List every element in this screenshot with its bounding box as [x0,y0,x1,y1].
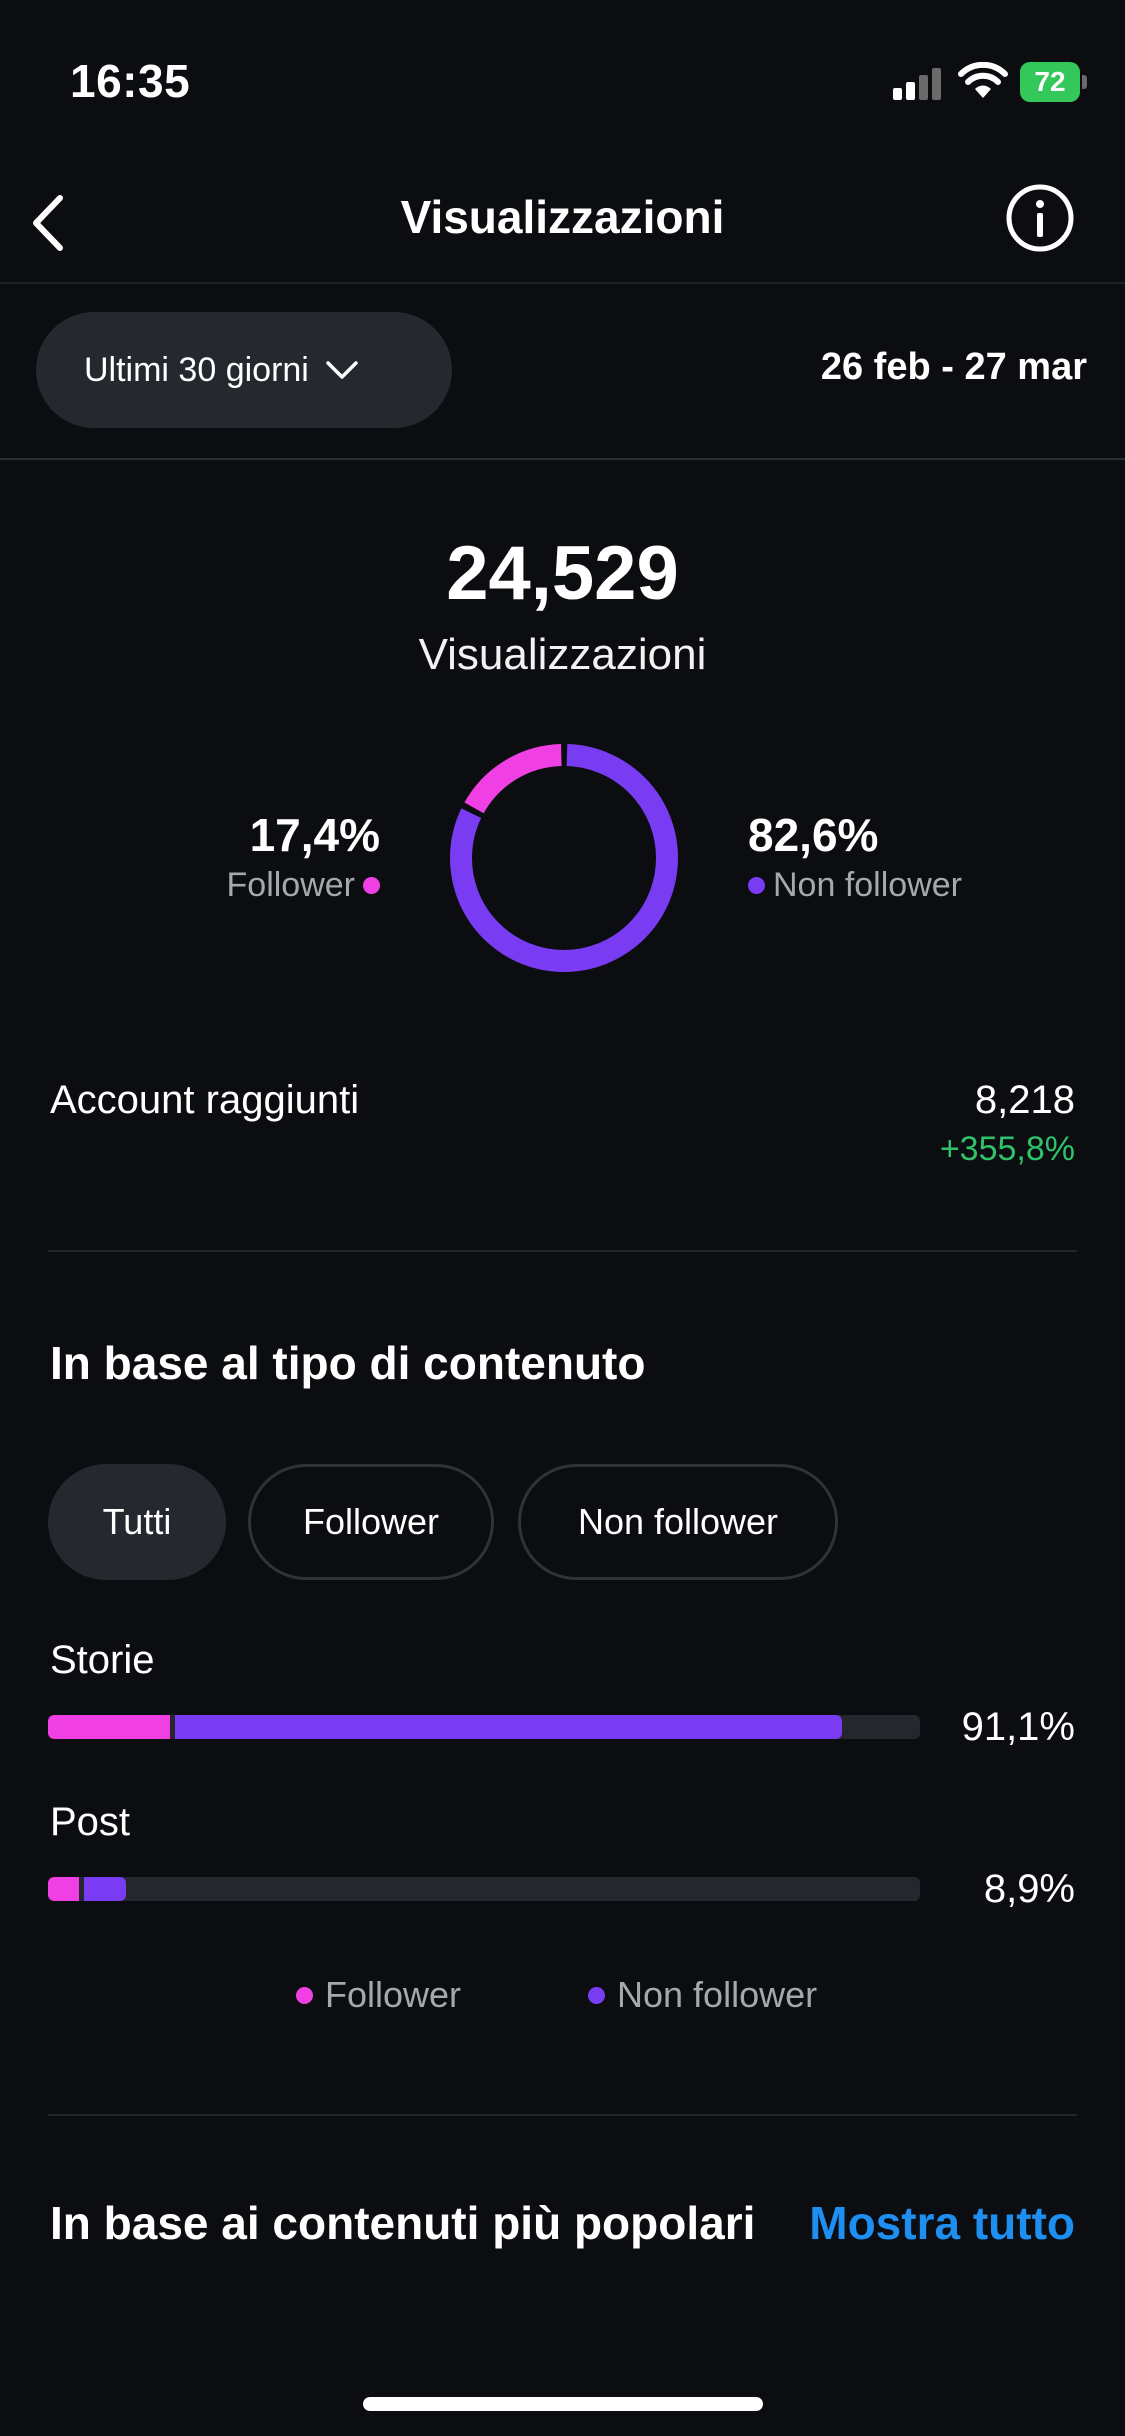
status-time: 16:35 [70,55,191,107]
accounts-reached-value: 8,218 [974,1078,1075,1122]
divider [48,1250,1077,1252]
legend-non-follower: Non follower [588,1974,817,2016]
battery-icon: 72 [1020,62,1087,102]
non-follower-dot [748,877,765,894]
battery-level: 72 [1020,62,1080,102]
date-range: 26 feb - 27 mar [820,346,1087,388]
legend-follower: Follower [296,1974,461,2016]
stories-pct: 91,1% [961,1705,1075,1749]
stories-bar [48,1715,920,1739]
popular-content-title: In base ai contenuti più popolari [50,2197,756,2249]
non-follower-pct: 82,6% [748,809,879,861]
legend-non-follower-dot [588,1986,605,2004]
status-bar: 16:35 72 [0,0,1125,160]
follower-pct: 17,4% [249,809,380,861]
chip-non-follower[interactable]: Non follower [518,1464,838,1580]
chevron-down-icon [326,361,358,379]
posts-non-follower-segment [83,1877,126,1901]
period-label: Ultimi 30 giorni [84,350,309,389]
total-views-value: 24,529 [446,531,679,616]
screen: 16:35 72 Visualizzazioni Ultimi 30 giorn… [0,0,1125,2436]
accounts-reached-change: +355,8% [939,1130,1075,1168]
cellular-signal-icon [893,68,943,100]
stories-follower-segment [48,1715,171,1739]
header: Visualizzazioni [0,160,1125,284]
follower-dot [363,877,380,894]
legend-non-follower-label: Non follower [617,1974,818,2015]
legend-follower-dot [296,1986,313,2004]
content-type-title: In base al tipo di contenuto [50,1337,646,1389]
non-follower-label: Non follower [773,866,962,904]
total-views-label: Visualizzazioni [418,630,707,679]
date-row: Ultimi 30 giorni 26 feb - 27 mar [0,286,1125,460]
legend-follower-label: Follower [325,1974,462,2015]
non-follower-stat: 82,6% Non follower [748,808,962,905]
stories-label: Storie [50,1638,155,1682]
page-title: Visualizzazioni [400,191,725,243]
divider [48,2114,1077,2116]
follower-stat: 17,4% Follower [227,808,380,905]
follower-label: Follower [226,866,355,904]
info-icon[interactable] [1004,182,1076,254]
period-dropdown[interactable]: Ultimi 30 giorni [36,312,452,428]
views-donut-chart [450,744,678,972]
home-indicator[interactable] [363,2397,763,2411]
posts-pct: 8,9% [983,1867,1075,1911]
posts-bar [48,1877,920,1901]
chip-all[interactable]: Tutti [48,1464,226,1580]
wifi-icon [958,62,1008,98]
stories-non-follower-segment [175,1715,842,1739]
accounts-reached-label: Account raggiunti [50,1078,360,1122]
posts-label: Post [50,1800,131,1844]
posts-follower-segment [48,1877,79,1901]
chip-follower[interactable]: Follower [248,1464,494,1580]
show-all-link[interactable]: Mostra tutto [809,2196,1075,2250]
